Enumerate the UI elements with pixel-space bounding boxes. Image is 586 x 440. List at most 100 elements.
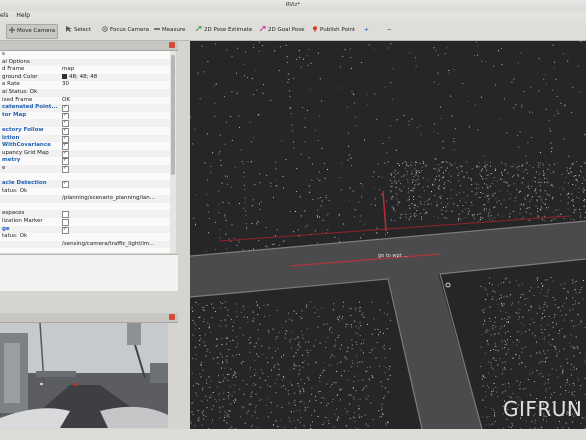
point — [572, 184, 574, 185]
displays-tree[interactable]: s al Options d Frame map ground Color 48; 48;… — [0, 51, 170, 253]
point — [544, 301, 546, 303]
point — [259, 173, 261, 175]
point — [446, 47, 448, 49]
point — [552, 326, 554, 328]
point — [444, 53, 446, 55]
display-row[interactable]: metry — [0, 157, 170, 166]
point — [254, 360, 256, 362]
display-row[interactable]: upancy Grid Map — [0, 149, 170, 158]
display-row[interactable]: lization Marker — [0, 218, 170, 227]
close-icon[interactable] — [169, 42, 175, 48]
point — [211, 303, 213, 305]
point — [193, 217, 195, 219]
point — [409, 204, 411, 206]
measure-button[interactable]: Measure — [152, 24, 187, 37]
point — [451, 115, 453, 117]
point — [264, 379, 266, 381]
point — [255, 384, 257, 386]
focus-camera-button[interactable]: Focus Camera — [100, 24, 151, 37]
display-row[interactable]: tatus: Ok — [0, 233, 170, 241]
display-row[interactable]: tor Map — [0, 112, 170, 120]
point — [410, 190, 412, 192]
point — [515, 104, 517, 106]
point — [318, 377, 320, 379]
display-row[interactable]: e — [0, 164, 170, 173]
select-button[interactable]: Select — [64, 24, 93, 37]
point — [391, 191, 392, 193]
point — [199, 316, 201, 318]
point — [566, 169, 568, 171]
point — [315, 362, 317, 364]
display-row[interactable] — [0, 119, 170, 128]
display-row[interactable]: ixed Frame OK — [0, 97, 170, 105]
display-row[interactable]: iction — [0, 134, 170, 143]
point — [497, 350, 499, 352]
menu-item-panels[interactable]: els — [0, 12, 8, 19]
menu-item-help[interactable]: Help — [16, 12, 30, 19]
displays-scrollbar[interactable] — [170, 51, 176, 253]
goal-pose-button[interactable]: 2D Goal Pose — [258, 24, 307, 37]
point — [548, 374, 550, 376]
point — [199, 98, 201, 100]
scrollbar-thumb[interactable] — [171, 55, 175, 175]
point — [333, 303, 335, 305]
display-row[interactable]: ge — [0, 225, 170, 234]
point — [477, 213, 478, 215]
display-row[interactable]: ectory Follow — [0, 127, 170, 135]
display-row[interactable] — [0, 203, 170, 211]
point — [359, 301, 361, 303]
point — [295, 191, 297, 192]
point-cloud-map[interactable]: go to wpt ... — [190, 41, 586, 429]
display-row[interactable]: al Status: Ok — [0, 88, 170, 97]
point — [351, 339, 353, 341]
publish-point-button[interactable]: Publish Point — [310, 24, 357, 37]
camera-close-icon[interactable] — [169, 314, 175, 320]
pose-estimate-button[interactable]: 2D Pose Estimate — [194, 24, 254, 37]
point — [433, 123, 435, 125]
point — [460, 218, 462, 220]
display-row[interactable]: /planning/scenario_planning/lan... — [0, 195, 170, 203]
display-row[interactable] — [0, 173, 170, 181]
point — [518, 341, 520, 343]
display-row[interactable]: catenated Point... — [0, 104, 170, 113]
display-row[interactable]: tatus: Ok — [0, 188, 170, 196]
point — [576, 196, 577, 198]
point — [281, 407, 283, 409]
move-camera-button[interactable]: Move Camera — [6, 24, 59, 39]
point — [453, 141, 455, 143]
point — [206, 133, 208, 135]
3d-render-viewport[interactable]: go to wpt ... — [190, 41, 586, 429]
point — [450, 197, 452, 199]
point — [571, 320, 573, 322]
point — [305, 226, 307, 228]
display-row[interactable]: e Rate 30 — [0, 81, 170, 89]
point — [258, 222, 260, 223]
point — [231, 56, 233, 58]
point — [279, 46, 281, 48]
display-row[interactable]: s — [0, 51, 170, 59]
display-row[interactable]: al Options — [0, 58, 170, 67]
display-row[interactable]: ground Color 48; 48; 48 — [0, 73, 170, 82]
display-row[interactable]: d Frame map — [0, 66, 170, 74]
point — [444, 186, 446, 188]
point — [424, 213, 426, 215]
point — [203, 345, 205, 347]
display-row[interactable]: espaces — [0, 210, 170, 219]
point — [231, 426, 233, 428]
point — [270, 186, 272, 187]
remove-tool-button[interactable]: − — [385, 24, 394, 37]
point — [468, 208, 470, 209]
point — [198, 417, 200, 419]
display-row[interactable]: acle Detection — [0, 180, 170, 189]
point — [534, 335, 536, 337]
display-row[interactable]: WithCovariance — [0, 142, 170, 151]
point — [413, 204, 415, 206]
point — [357, 380, 359, 382]
display-row[interactable]: /sensing/camera/traffic_light/im... — [0, 240, 170, 249]
add-tool-button[interactable]: + — [362, 24, 371, 37]
point — [507, 190, 509, 192]
point — [309, 400, 311, 402]
point — [239, 126, 240, 128]
point — [302, 334, 304, 336]
point — [288, 393, 290, 395]
